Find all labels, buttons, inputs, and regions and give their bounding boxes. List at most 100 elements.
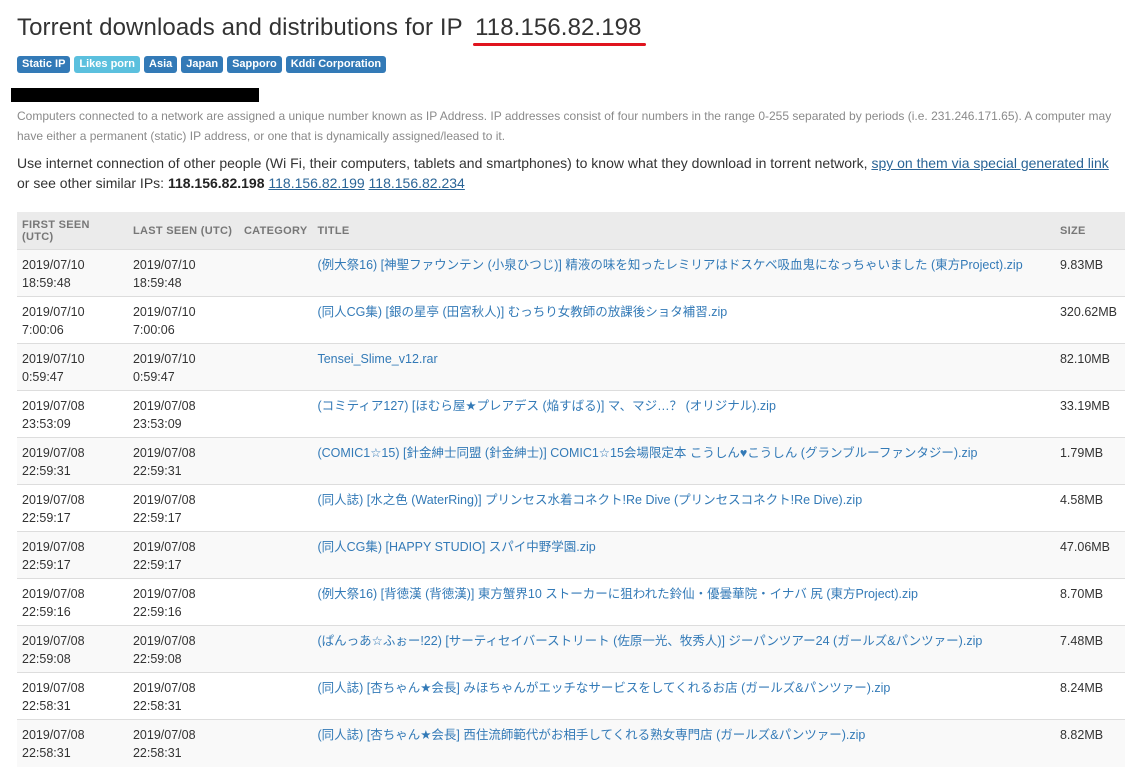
- last-seen-cell: 2019/07/10 0:59:47: [127, 343, 239, 391]
- size-cell: 82.10MB: [1054, 343, 1125, 391]
- size-cell: 7.48MB: [1054, 625, 1125, 673]
- last-seen-cell: 2019/07/08 22:58:31: [127, 672, 239, 720]
- size-cell: 33.19MB: [1054, 390, 1125, 438]
- table-row: 2019/07/08 22:59:17 2019/07/08 22:59:17 (同…: [17, 484, 1125, 532]
- torrent-title-link[interactable]: (例大祭16) [背徳漢 (背徳漢)] 東方蟹界10 ストーカーに狙われた鈴仙・…: [317, 587, 918, 601]
- first-seen-cell: 2019/07/08 22:59:08: [17, 625, 128, 673]
- last-seen-cell: 2019/07/08 22:58:31: [127, 719, 239, 767]
- last-seen-cell: 2019/07/08 22:59:17: [127, 531, 239, 579]
- torrent-title-link[interactable]: (同人誌) [杏ちゃん★会長] 西住流師範代がお相手してくれる熟女専門店 (ガー…: [317, 728, 865, 742]
- table-row: 2019/07/08 22:59:31 2019/07/08 22:59:31 (C…: [17, 437, 1125, 485]
- first-seen-cell: 2019/07/10 18:59:48: [17, 249, 128, 297]
- ip-explanation-note: Computers connected to a network are ass…: [17, 109, 1112, 143]
- table-row: 2019/07/10 7:00:06 2019/07/10 7:00:06 (同人C…: [17, 296, 1125, 344]
- size-cell: 47.06MB: [1054, 531, 1125, 579]
- title-cell: (例大祭16) [背徳漢 (背徳漢)] 東方蟹界10 ストーカーに狙われた鈴仙・…: [312, 578, 1055, 626]
- torrent-title-link[interactable]: (COMIC1☆15) [針金紳士同盟 (針金紳士)] COMIC1☆15会場限…: [317, 446, 977, 460]
- size-cell: 320.62MB: [1054, 296, 1125, 344]
- title-cell: (同人誌) [水之色 (WaterRing)] プリンセス水着コネクト!Re D…: [312, 484, 1055, 532]
- torrent-title-link[interactable]: (ぱんっあ☆ふぉー!22) [サーティセイバーストリート (佐原一光、牧秀人)]…: [317, 634, 982, 648]
- category-cell: [238, 390, 313, 438]
- last-seen-cell: 2019/07/08 22:59:17: [127, 484, 239, 532]
- last-seen-cell: 2019/07/08 22:59:08: [127, 625, 239, 673]
- first-seen-cell: 2019/07/08 22:58:31: [17, 719, 128, 767]
- title-cell: (例大祭16) [神聖ファウンテン (小泉ひつじ)] 精液の味を知ったレミリアは…: [312, 249, 1055, 297]
- torrent-title-link[interactable]: (同人CG集) [銀の星亭 (田宮秋人)] むっちり女教師の放課後ショタ補習.z…: [317, 305, 727, 319]
- title-cell: (ぱんっあ☆ふぉー!22) [サーティセイバーストリート (佐原一光、牧秀人)]…: [312, 625, 1055, 673]
- size-cell: 9.83MB: [1054, 249, 1125, 297]
- torrent-title-link[interactable]: (同人CG集) [HAPPY STUDIO] スパイ中野学園.zip: [317, 540, 595, 554]
- category-cell: [238, 719, 313, 767]
- page-title: Torrent downloads and distributions for …: [17, 14, 647, 46]
- title-cell: (COMIC1☆15) [針金紳士同盟 (針金紳士)] COMIC1☆15会場限…: [312, 437, 1055, 485]
- column-header-first-seen: First seen (UTC): [17, 212, 128, 250]
- torrent-title-link[interactable]: (同人誌) [水之色 (WaterRing)] プリンセス水着コネクト!Re D…: [317, 493, 862, 507]
- category-cell: [238, 578, 313, 626]
- title-cell: (同人誌) [杏ちゃん★会長] 西住流師範代がお相手してくれる熟女専門店 (ガー…: [312, 719, 1055, 767]
- last-seen-cell: 2019/07/10 18:59:48: [127, 249, 239, 297]
- size-cell: 4.58MB: [1054, 484, 1125, 532]
- torrent-title-link[interactable]: (コミティア127) [ほむら屋★プレアデス (焔すばる)] マ、マジ…？ (オ…: [317, 399, 775, 413]
- category-cell: [238, 249, 313, 297]
- first-seen-cell: 2019/07/08 22:59:31: [17, 437, 128, 485]
- table-row: 2019/07/10 0:59:47 2019/07/10 0:59:47 Tens…: [17, 343, 1125, 391]
- first-seen-cell: 2019/07/10 0:59:47: [17, 343, 128, 391]
- similar-ip-link[interactable]: 118.156.82.234: [369, 175, 465, 191]
- size-cell: 8.82MB: [1054, 719, 1125, 767]
- torrent-title-link[interactable]: (同人誌) [杏ちゃん★会長] みほちゃんがエッチなサービスをしてくれるお店 (…: [317, 681, 890, 695]
- size-cell: 1.79MB: [1054, 437, 1125, 485]
- first-seen-cell: 2019/07/08 23:53:09: [17, 390, 128, 438]
- column-header-size: Size: [1054, 212, 1125, 250]
- size-cell: 8.24MB: [1054, 672, 1125, 720]
- tag-static-ip[interactable]: Static IP: [17, 56, 71, 73]
- size-cell: 8.70MB: [1054, 578, 1125, 626]
- downloads-table: First seen (UTC) Last seen (UTC) Categor…: [17, 212, 1125, 767]
- last-seen-cell: 2019/07/10 7:00:06: [127, 296, 239, 344]
- column-header-last-seen: Last seen (UTC): [127, 212, 239, 250]
- title-cell: (同人CG集) [銀の星亭 (田宮秋人)] むっちり女教師の放課後ショタ補習.z…: [312, 296, 1055, 344]
- category-cell: [238, 437, 313, 485]
- category-cell: [238, 296, 313, 344]
- page-title-prefix: Torrent downloads and distributions for …: [17, 14, 463, 41]
- table-header-row: First seen (UTC) Last seen (UTC) Categor…: [17, 212, 1125, 250]
- title-cell: (同人CG集) [HAPPY STUDIO] スパイ中野学園.zip: [312, 531, 1055, 579]
- last-seen-cell: 2019/07/08 22:59:16: [127, 578, 239, 626]
- last-seen-cell: 2019/07/08 23:53:09: [127, 390, 239, 438]
- torrent-title-link[interactable]: (例大祭16) [神聖ファウンテン (小泉ひつじ)] 精液の味を知ったレミリアは…: [317, 258, 1022, 272]
- table-row: 2019/07/08 22:59:16 2019/07/08 22:59:16 (例…: [17, 578, 1125, 626]
- tag-likes-porn[interactable]: Likes porn: [74, 56, 141, 73]
- first-seen-cell: 2019/07/08 22:59:17: [17, 484, 128, 532]
- column-header-category: Category: [238, 212, 313, 250]
- last-seen-cell: 2019/07/08 22:59:31: [127, 437, 239, 485]
- title-cell: (コミティア127) [ほむら屋★プレアデス (焔すばる)] マ、マジ…？ (オ…: [312, 390, 1055, 438]
- tag-sapporo[interactable]: Sapporo: [227, 56, 282, 73]
- table-row: 2019/07/08 23:53:09 2019/07/08 23:53:09 (コ…: [17, 390, 1125, 438]
- column-header-title: Title: [312, 212, 1055, 250]
- category-cell: [238, 531, 313, 579]
- similar-ip-link[interactable]: 118.156.82.199: [268, 175, 364, 191]
- intro-paragraph: Use internet connection of other people …: [17, 153, 1125, 193]
- title-cell: (同人誌) [杏ちゃん★会長] みほちゃんがエッチなサービスをしてくれるお店 (…: [312, 672, 1055, 720]
- spy-link[interactable]: spy on them via special generated link: [871, 155, 1108, 171]
- first-seen-cell: 2019/07/08 22:59:16: [17, 578, 128, 626]
- category-cell: [238, 672, 313, 720]
- redaction-bar: [11, 88, 259, 102]
- first-seen-cell: 2019/07/08 22:58:31: [17, 672, 128, 720]
- current-ip: 118.156.82.198: [167, 175, 265, 191]
- first-seen-cell: 2019/07/08 22:59:17: [17, 531, 128, 579]
- table-row: 2019/07/08 22:59:08 2019/07/08 22:59:08 (ぱ…: [17, 625, 1125, 673]
- first-seen-cell: 2019/07/10 7:00:06: [17, 296, 128, 344]
- table-row: 2019/07/08 22:58:31 2019/07/08 22:58:31 (同…: [17, 719, 1125, 767]
- category-cell: [238, 343, 313, 391]
- table-row: 2019/07/08 22:59:17 2019/07/08 22:59:17 (同…: [17, 531, 1125, 579]
- similar-ips-label: or see other similar IPs:: [17, 175, 168, 191]
- tag-japan[interactable]: Japan: [181, 56, 224, 73]
- table-row: 2019/07/08 22:58:31 2019/07/08 22:58:31 (同…: [17, 672, 1125, 720]
- category-cell: [238, 484, 313, 532]
- torrent-title-link[interactable]: Tensei_Slime_v12.rar: [317, 352, 437, 366]
- title-cell: Tensei_Slime_v12.rar: [312, 343, 1055, 391]
- tag-kddi[interactable]: Kddi Corporation: [285, 56, 387, 73]
- page-title-ip: 118.156.82.198: [473, 14, 647, 46]
- category-cell: [238, 625, 313, 673]
- tag-asia[interactable]: Asia: [144, 56, 178, 73]
